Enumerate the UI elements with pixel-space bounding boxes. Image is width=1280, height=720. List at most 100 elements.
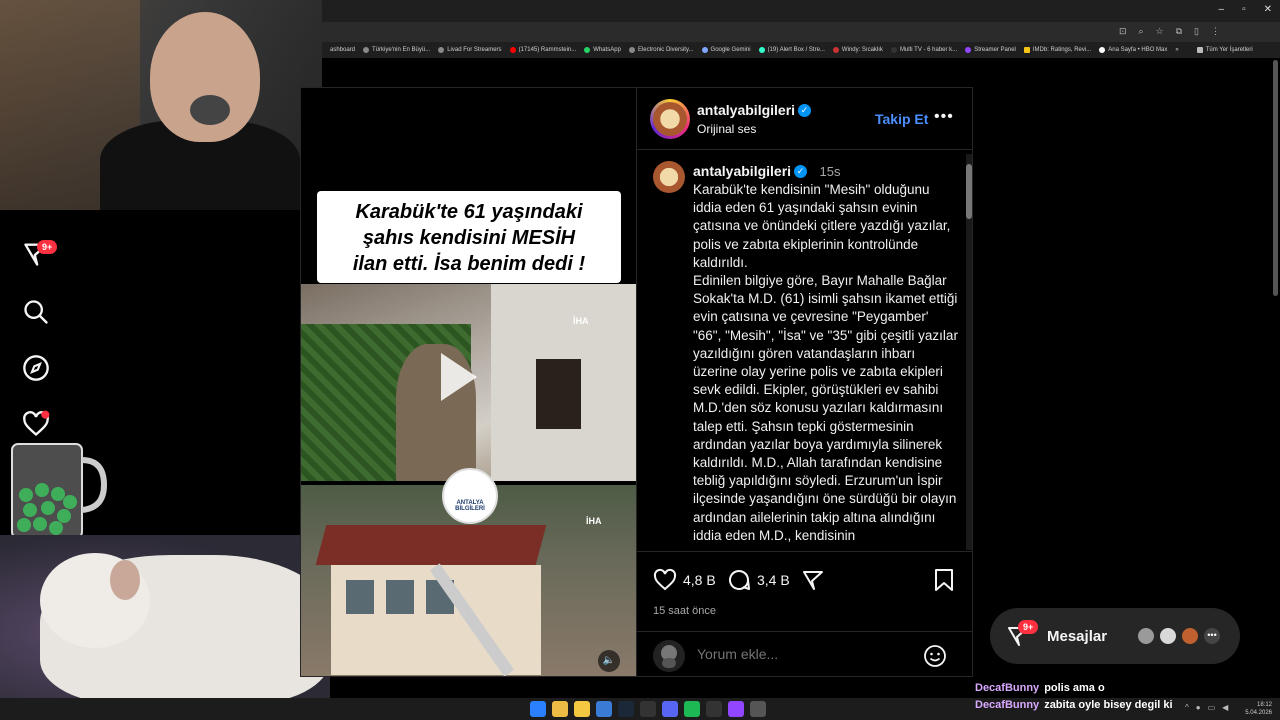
play-icon[interactable]: [441, 353, 477, 401]
favicon-icon: [363, 47, 370, 53]
save-button[interactable]: [933, 568, 955, 592]
more-avatars-icon: •••: [1202, 626, 1222, 646]
more-options-icon[interactable]: •••: [934, 108, 954, 126]
notifications-badge: 9+: [37, 240, 58, 254]
post-panel: antalyabilgileri ✓ Orijinal ses Takip Et …: [637, 87, 973, 677]
messages-badge: 9+: [1018, 620, 1039, 634]
scrollbar-thumb[interactable]: [966, 164, 972, 219]
bookmark-item[interactable]: (19) Alert Box / Stre...: [758, 47, 825, 53]
epic-icon[interactable]: [706, 701, 722, 717]
bookmark-label: Streamer Panel: [974, 47, 1016, 53]
like-button[interactable]: 4,8 B: [653, 568, 716, 592]
chat-message: DecafBunny zabita oyle bisey degil ki: [975, 699, 1173, 711]
clock-time: 18:12: [1256, 702, 1272, 708]
page-scrollbar[interactable]: [1273, 60, 1278, 296]
bookmark-item[interactable]: Windy: Sıcaklık: [832, 47, 883, 53]
volume-icon[interactable]: ◀: [1222, 703, 1228, 712]
sidepanel-icon[interactable]: ▯: [1194, 26, 1199, 37]
heart-icon[interactable]: [22, 410, 50, 438]
follow-button[interactable]: Takip Et: [875, 111, 928, 127]
install-icon[interactable]: ⊡: [1119, 26, 1127, 37]
bookmark-item[interactable]: IMDb: Ratings, Revi...: [1023, 47, 1091, 53]
search-icon[interactable]: [22, 298, 50, 326]
avatar: [1180, 626, 1200, 646]
bookmarks-bar: ashboard Türkiye'nin En Büyü... Livad Fo…: [322, 42, 1280, 58]
bookmark-label: Google Gemini: [710, 47, 751, 53]
house-window: [346, 580, 374, 614]
bookmark-item[interactable]: Türkiye'nin En Büyü...: [363, 47, 430, 53]
chat-text: polis ama o: [1044, 682, 1105, 694]
address-bar-icons: ⊡ ⌕ ☆ ⧉ ▯ ⋮: [1119, 26, 1220, 37]
bookmarks-overflow[interactable]: »: [1175, 47, 1178, 53]
caption-avatar[interactable]: [653, 161, 685, 193]
chat-username: DecafBunny: [975, 699, 1040, 711]
extensions-icon[interactable]: ⧉: [1176, 26, 1182, 37]
caption-time: 15s: [819, 164, 841, 179]
zoom-icon[interactable]: ⌕: [1138, 26, 1143, 37]
favicon-icon: [965, 47, 972, 53]
window-controls: – ▫ ✕: [1219, 4, 1273, 15]
network-icon[interactable]: ▭: [1208, 703, 1216, 712]
streamer-webcam: [0, 0, 322, 210]
streamer-beard: [190, 95, 230, 125]
spotify-icon[interactable]: [684, 701, 700, 717]
app-icon[interactable]: [750, 701, 766, 717]
bookmark-label: Tüm Yer İşaretleri: [1205, 47, 1253, 53]
close-button[interactable]: ✕: [1264, 4, 1272, 15]
caption-username[interactable]: antalyabilgileri: [693, 163, 791, 179]
comment-button[interactable]: 3,4 B: [727, 568, 790, 592]
bookmark-item[interactable]: WhatsApp: [584, 47, 621, 53]
youtube-icon: [509, 47, 516, 53]
all-bookmarks[interactable]: Tüm Yer İşaretleri: [1196, 47, 1253, 53]
app-icon[interactable]: [596, 701, 612, 717]
chat-text: zabita oyle bisey degil ki: [1044, 699, 1173, 711]
watermark-label: İHA: [573, 316, 589, 326]
bookmark-item[interactable]: Livad For Streamers: [438, 47, 502, 53]
share-icon: [803, 571, 823, 590]
clock[interactable]: 18:12 5.04.2026: [1245, 701, 1272, 717]
bookmark-item[interactable]: ashboard: [330, 47, 355, 53]
messages-label: Mesajlar: [1047, 628, 1108, 645]
comment-input[interactable]: [697, 646, 897, 662]
app-icon[interactable]: [640, 701, 656, 717]
channel-logo: ANTALYA BİLGİLERİ: [442, 468, 498, 524]
caption-area: antalyabilgileri ✓ 15s Karabük'te kendisi…: [637, 151, 973, 551]
post-author[interactable]: antalyabilgileri ✓: [697, 102, 812, 120]
reel-video[interactable]: Karabük'te 61 yaşındaki şahıs kendisini …: [300, 87, 637, 677]
volume-icon[interactable]: 🔈: [598, 650, 620, 672]
mic-icon[interactable]: ●: [1196, 703, 1201, 712]
bookmark-item[interactable]: (17145) Rammstein...: [509, 47, 576, 53]
emoji-icon[interactable]: [923, 644, 947, 668]
bookmark-item[interactable]: Ana Sayfa • HBO Max: [1099, 47, 1167, 53]
obs-icon[interactable]: [728, 701, 744, 717]
bookmark-label: Multi TV - 6 haber k...: [899, 47, 958, 53]
audio-label[interactable]: Orijinal ses: [697, 122, 756, 136]
discord-icon[interactable]: [662, 701, 678, 717]
messages-button[interactable]: 9+ Mesajlar •••: [990, 608, 1240, 664]
chat-message: DecafBunny polis ama o: [975, 682, 1105, 694]
minimize-button[interactable]: –: [1219, 4, 1225, 15]
clock-date: 5.04.2026: [1245, 710, 1272, 716]
start-icon[interactable]: [530, 701, 546, 717]
avatar: [1158, 626, 1178, 646]
bookmark-item[interactable]: Google Gemini: [701, 47, 751, 53]
folder-icon: [1196, 47, 1203, 53]
maximize-button[interactable]: ▫: [1242, 4, 1246, 15]
avatar[interactable]: [653, 102, 687, 136]
bookmark-item[interactable]: Multi TV - 6 haber k...: [890, 47, 958, 53]
share-button[interactable]: [801, 568, 825, 592]
tray-chevron-icon[interactable]: ^: [1185, 703, 1189, 712]
bookmark-item[interactable]: Electronic Diversity...: [628, 47, 694, 53]
username[interactable]: antalyabilgileri: [697, 102, 795, 118]
bookmark-star-icon[interactable]: ☆: [1156, 26, 1164, 37]
chrome-icon[interactable]: [552, 701, 568, 717]
explorer-icon[interactable]: [574, 701, 590, 717]
comment-row: [637, 631, 973, 678]
bookmark-label: Windy: Sıcaklık: [841, 47, 883, 53]
compass-icon[interactable]: [22, 354, 50, 382]
steam-icon[interactable]: [618, 701, 634, 717]
house-roof: [315, 525, 547, 565]
menu-icon[interactable]: ⋮: [1211, 26, 1220, 37]
caption-scrollbar[interactable]: [966, 154, 972, 550]
bookmark-item[interactable]: Streamer Panel: [965, 47, 1016, 53]
